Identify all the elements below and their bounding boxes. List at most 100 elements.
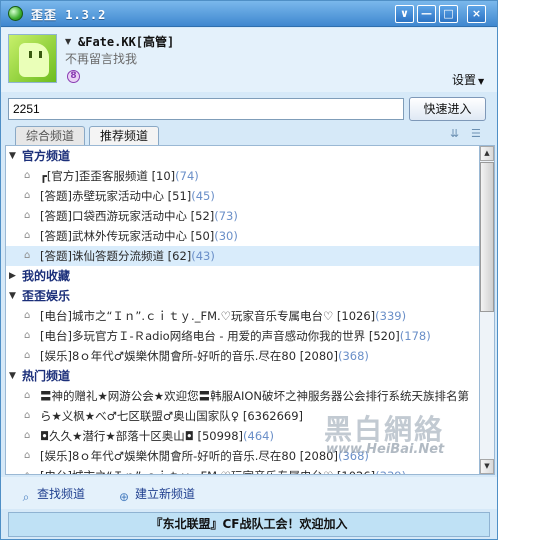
quick-enter-button[interactable]: 快速进入: [409, 97, 486, 121]
channel-group[interactable]: ▼ 歪歪娱乐: [6, 286, 479, 306]
channel-item[interactable]: ⌂ [答题]诛仙答题分流频道 [62](43): [6, 246, 479, 266]
find-channel-link[interactable]: ⌕ 查找频道: [19, 485, 85, 504]
channel-item-label: ┏[官方]歪歪客服频道 [10](74): [40, 166, 199, 186]
channel-tabs: 综合频道 推荐频道 ⇊ ☰: [1, 124, 497, 145]
channel-item-label: [答题]口袋西游玩家活动中心 [52](73): [40, 206, 238, 226]
channel-item-label: ◘久久★潜行★部落十区奥山◘ [50998](464): [40, 426, 274, 446]
profile-panel: ▼ &Fate.KK[高管] 不再留言找我 8 设置 ▼: [1, 28, 497, 92]
channel-house-icon: ⌂: [24, 230, 31, 241]
channel-name: [电台]城市之“Ｉｎ”.ｃｉｔｙ._FM.♡玩家音乐专属电台♡: [40, 309, 334, 323]
settings-label: 设置: [452, 73, 477, 87]
channel-user-count: (45): [191, 189, 215, 203]
channel-id: [50]: [190, 229, 215, 243]
channel-group-label: 官方频道: [22, 149, 71, 163]
channel-item[interactable]: ⌂ [娱乐]8ｏ年代♂娛樂休閒會所-好听的音乐.尽在80 [2080](368): [6, 346, 479, 366]
window-title: 歪歪 1.3.2: [31, 8, 107, 22]
close-button[interactable]: ×: [467, 5, 486, 23]
list-view-icon[interactable]: ☰: [471, 128, 485, 140]
channel-item[interactable]: ⌂ [答题]武林外传玩家活动中心 [50](30): [6, 226, 479, 246]
channel-item-label: [答题]赤壁玩家活动中心 [51](45): [40, 186, 215, 206]
channel-id: [62]: [167, 249, 192, 263]
channel-id: [1026]: [336, 309, 376, 323]
channel-item[interactable]: ⌂ [电台]城市之“Ｉｎ”.ｃｉｔｙ._FM.♡玩家音乐专属电台♡ [1026](…: [6, 466, 479, 474]
chevron-down-icon[interactable]: ▼: [9, 286, 19, 306]
channel-user-count: (73): [214, 209, 238, 223]
channel-name: [答题]赤壁玩家活动中心: [40, 189, 164, 203]
channel-search-input[interactable]: [8, 98, 404, 120]
channel-item-label: [电台]多玩官方Ｉ-Ｒadio网络电台 - 用爱的声音感动你我的世界 [520]…: [40, 326, 431, 346]
channel-id: [50998]: [197, 429, 244, 443]
channel-item-label: ら★义枫★べ♂七区联盟♂奥山国家队♀ [6362669]: [40, 406, 303, 426]
channel-name: ◘久久★潜行★部落十区奥山◘: [40, 429, 194, 443]
channel-house-icon: ⌂: [24, 450, 31, 461]
add-channel-icon: ⊕: [118, 490, 130, 504]
channel-house-icon: ⌂: [24, 170, 31, 181]
channel-item[interactable]: ⌂ [答题]口袋西游玩家活动中心 [52](73): [6, 206, 479, 226]
channel-tree[interactable]: ▼ 官方频道 ⌂ ┏[官方]歪歪客服频道 [10](74) ⌂ [答题]赤壁玩家活动中心 …: [5, 145, 480, 475]
nickname[interactable]: &Fate.KK[高管]: [78, 33, 174, 50]
scroll-up-icon[interactable]: ▲: [480, 146, 494, 161]
channel-house-icon: ⌂: [24, 250, 31, 261]
channel-item-label: [答题]诛仙答题分流频道 [62](43): [40, 246, 215, 266]
channel-house-icon: ⌂: [24, 310, 31, 321]
minimize-button[interactable]: —: [417, 5, 436, 23]
footer-actions: ⌕ 查找频道 ⊕ 建立新频道: [1, 477, 497, 509]
channel-user-count: (339): [375, 469, 406, 474]
channel-user-count: (30): [214, 229, 238, 243]
channel-id: [51]: [167, 189, 192, 203]
channel-group[interactable]: ▼ 热门频道: [6, 366, 479, 386]
channel-user-count: (464): [243, 429, 274, 443]
channel-user-count: (43): [191, 249, 215, 263]
scroll-down-icon[interactable]: ▼: [480, 459, 494, 474]
channel-name: [电台]城市之“Ｉｎ”.ｃｉｔｙ._FM.♡玩家音乐专属电台♡: [40, 469, 333, 474]
sort-list-icon[interactable]: ⇊: [450, 128, 464, 140]
channel-item[interactable]: ⌂ [电台]城市之“Ｉｎ”.ｃｉｔｙ._FM.♡玩家音乐专属电台♡ [1026](…: [6, 306, 479, 326]
chevron-down-icon[interactable]: ▼: [9, 366, 19, 386]
maximize-button[interactable]: □: [439, 5, 458, 23]
channel-item[interactable]: ⌂ 〓神的赠礼★网游公会★欢迎您〓韩服AION破坏之神服务器公会排行系统天族排名第: [6, 386, 479, 406]
channel-group-label: 我的收藏: [22, 269, 71, 283]
channel-house-icon: ⌂: [24, 350, 31, 361]
channel-item-label: [答题]武林外传玩家活动中心 [50](30): [40, 226, 238, 246]
app-logo-icon: [8, 6, 23, 21]
avatar-eye-icon: [39, 51, 42, 58]
channel-item-label: [娱乐]8ｏ年代♂娛樂休閒會所-好听的音乐.尽在80 [2080](368): [40, 346, 369, 366]
channel-item[interactable]: ⌂ ┏[官方]歪歪客服频道 [10](74): [6, 166, 479, 186]
title-bar[interactable]: 歪歪 1.3.2 ∨ — □ ×: [1, 1, 497, 27]
tree-scrollbar[interactable]: ▲ ▼: [480, 145, 495, 475]
channel-user-count: (74): [175, 169, 199, 183]
menu-dropdown-button[interactable]: ∨: [395, 5, 414, 23]
channel-name: ら★义枫★べ♂七区联盟♂奥山国家队♀: [40, 409, 240, 423]
chevron-down-icon[interactable]: ▼: [9, 146, 19, 166]
announcement-bar[interactable]: 『东北联盟』CF战队工会！欢迎加入: [8, 512, 490, 537]
scroll-thumb[interactable]: [480, 162, 494, 312]
create-channel-label: 建立新频道: [135, 487, 196, 501]
status-dropdown-icon[interactable]: ▼: [65, 37, 71, 46]
channel-item[interactable]: ⌂ [答题]赤壁玩家活动中心 [51](45): [6, 186, 479, 206]
channel-id: [6362669]: [242, 409, 304, 423]
channel-house-icon: ⌂: [24, 330, 31, 341]
tab-recommended-channels[interactable]: 推荐频道: [89, 126, 159, 145]
settings-menu[interactable]: 设置 ▼: [452, 71, 484, 88]
vip-badge-icon[interactable]: 8: [67, 70, 80, 83]
channel-user-count: (368): [337, 349, 369, 363]
channel-item-label: [电台]城市之“Ｉｎ”.ｃｉｔｙ._FM.♡玩家音乐专属电台♡ [1026](3…: [40, 306, 406, 326]
channel-id: [1026]: [337, 469, 375, 474]
channel-group-label: 歪歪娱乐: [22, 289, 71, 303]
avatar[interactable]: [8, 34, 57, 83]
tab-general-channels[interactable]: 综合频道: [15, 126, 85, 145]
channel-id: [2080]: [299, 349, 338, 363]
channel-item[interactable]: ⌂ [电台]多玩官方Ｉ-Ｒadio网络电台 - 用爱的声音感动你我的世界 [520…: [6, 326, 479, 346]
channel-name: 〓神的赠礼★网游公会★欢迎您〓韩服AION破坏之神服务器公会排行系统天族排名第: [40, 389, 470, 403]
signature-text[interactable]: 不再留言找我: [65, 50, 137, 67]
channel-item-label: [电台]城市之“Ｉｎ”.ｃｉｔｙ._FM.♡玩家音乐专属电台♡ [1026](3…: [40, 466, 406, 474]
channel-group[interactable]: ▼ 官方频道: [6, 146, 479, 166]
channel-name: [娱乐]8ｏ年代♂娛樂休閒會所-好听的音乐.尽在80: [40, 449, 297, 463]
avatar-eye-icon: [29, 51, 32, 58]
channel-group[interactable]: ▶ 我的收藏: [6, 266, 479, 286]
create-channel-link[interactable]: ⊕ 建立新频道: [117, 485, 195, 504]
channel-group-label: 热门频道: [22, 369, 71, 383]
channel-house-icon: ⌂: [24, 410, 31, 421]
channel-house-icon: ⌂: [24, 390, 31, 401]
chevron-right-icon[interactable]: ▶: [9, 266, 19, 286]
